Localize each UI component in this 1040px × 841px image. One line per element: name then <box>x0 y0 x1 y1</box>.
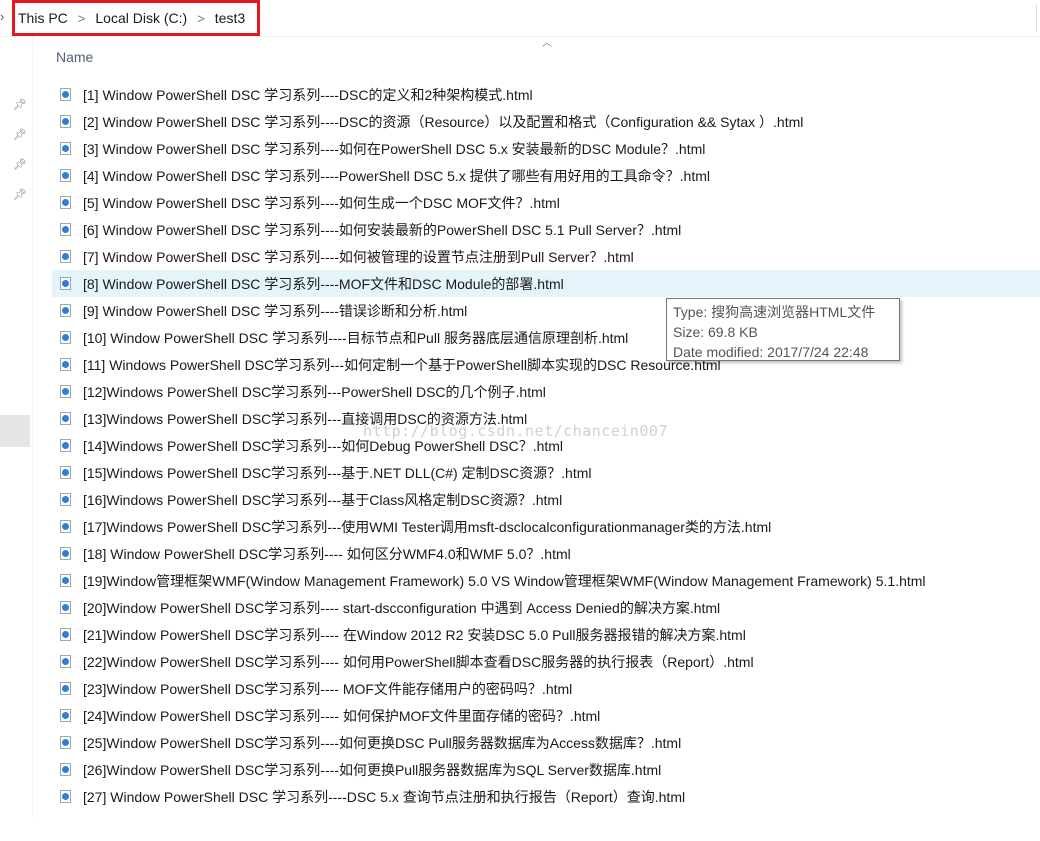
html-file-icon <box>60 411 72 426</box>
file-name: [7] Window PowerShell DSC 学习系列----如何被管理的… <box>83 248 634 265</box>
file-row[interactable]: [2] Window PowerShell DSC 学习系列----DSC的资源… <box>52 108 1040 135</box>
watermark: http://blog.csdn.net/chancein007 <box>363 422 668 440</box>
file-name: [21]Window PowerShell DSC学习系列---- 在Windo… <box>83 626 746 643</box>
file-name: [25]Window PowerShell DSC学习系列----如何更换DSC… <box>83 734 682 751</box>
html-file-icon <box>60 222 72 237</box>
navigation-pane: 📌︎ 📌︎ 📌︎ 📌︎ <box>0 37 32 841</box>
divider <box>1036 4 1037 32</box>
file-name: [12]Windows PowerShell DSC学习系列---PowerSh… <box>83 383 546 400</box>
file-row[interactable]: [25]Window PowerShell DSC学习系列----如何更换DSC… <box>52 729 1040 756</box>
file-row[interactable]: [1] Window PowerShell DSC 学习系列----DSC的定义… <box>52 81 1040 108</box>
file-row[interactable]: [7] Window PowerShell DSC 学习系列----如何被管理的… <box>52 243 1040 270</box>
file-row[interactable]: [5] Window PowerShell DSC 学习系列----如何生成一个… <box>52 189 1040 216</box>
html-file-icon <box>60 87 72 102</box>
html-file-icon <box>60 168 72 183</box>
file-row[interactable]: [23]Window PowerShell DSC学习系列---- MOF文件能… <box>52 675 1040 702</box>
html-file-icon <box>60 357 72 372</box>
html-file-icon <box>60 384 72 399</box>
file-name: [11] Windows PowerShell DSC学习系列---如何定制一个… <box>83 356 721 373</box>
pin-icon[interactable]: 📌︎ <box>13 189 27 201</box>
file-info-tooltip: Type: 搜狗高速浏览器HTML文件 Size: 69.8 KB Date m… <box>666 298 900 361</box>
html-file-icon <box>60 573 72 588</box>
red-annotation-box <box>12 0 260 36</box>
file-name: [15]Windows PowerShell DSC学习系列---基于.NET … <box>83 464 592 481</box>
file-row[interactable]: [12]Windows PowerShell DSC学习系列---PowerSh… <box>52 378 1040 405</box>
file-name: [24]Window PowerShell DSC学习系列---- 如何保护MO… <box>83 707 601 724</box>
tooltip-size: Size: 69.8 KB <box>673 324 758 340</box>
file-name: [10] Window PowerShell DSC 学习系列----目标节点和… <box>83 329 629 346</box>
file-row[interactable]: [6] Window PowerShell DSC 学习系列----如何安装最新… <box>52 216 1040 243</box>
file-name: [23]Window PowerShell DSC学习系列---- MOF文件能… <box>83 680 573 697</box>
html-file-icon <box>60 681 72 696</box>
html-file-icon <box>60 465 72 480</box>
file-name: [4] Window PowerShell DSC 学习系列----PowerS… <box>83 167 710 184</box>
file-row[interactable]: [21]Window PowerShell DSC学习系列---- 在Windo… <box>52 621 1040 648</box>
address-bar[interactable]: › This PC > Local Disk (C:) > test3 <box>0 0 1040 37</box>
pin-icon[interactable]: 📌︎ <box>13 129 27 141</box>
html-file-icon <box>60 789 72 804</box>
file-name: [20]Window PowerShell DSC学习系列---- start-… <box>83 599 721 616</box>
tooltip-type: Type: 搜狗高速浏览器HTML文件 <box>673 304 876 320</box>
file-row[interactable]: [22]Window PowerShell DSC学习系列---- 如何用Pow… <box>52 648 1040 675</box>
file-name: [22]Window PowerShell DSC学习系列---- 如何用Pow… <box>83 653 754 670</box>
html-file-icon <box>60 654 72 669</box>
file-name: [3] Window PowerShell DSC 学习系列----如何在Pow… <box>83 140 706 157</box>
file-row[interactable]: [15]Windows PowerShell DSC学习系列---基于.NET … <box>52 459 1040 486</box>
html-file-icon <box>60 492 72 507</box>
file-row[interactable]: [20]Window PowerShell DSC学习系列---- start-… <box>52 594 1040 621</box>
html-file-icon <box>60 627 72 642</box>
html-file-icon <box>60 438 72 453</box>
html-file-icon <box>60 762 72 777</box>
file-row[interactable]: [17]Windows PowerShell DSC学习系列---使用WMI T… <box>52 513 1040 540</box>
html-file-icon <box>60 330 72 345</box>
pin-icon[interactable]: 📌︎ <box>13 99 27 111</box>
file-row[interactable]: [19]Window管理框架WMF(Window Management Fram… <box>52 567 1040 594</box>
file-name: [6] Window PowerShell DSC 学习系列----如何安装最新… <box>83 221 682 238</box>
html-file-icon <box>60 141 72 156</box>
pin-icon[interactable]: 📌︎ <box>13 159 27 171</box>
file-name: [9] Window PowerShell DSC 学习系列----错误诊断和分… <box>83 302 468 319</box>
file-name: [18] Window PowerShell DSC学习系列---- 如何区分W… <box>83 545 571 562</box>
tooltip-date-modified: Date modified: 2017/7/24 22:48 <box>673 344 869 360</box>
file-name: [16]Windows PowerShell DSC学习系列---基于Class… <box>83 491 563 508</box>
file-name: [2] Window PowerShell DSC 学习系列----DSC的资源… <box>83 113 804 130</box>
html-file-icon <box>60 276 72 291</box>
file-name: [19]Window管理框架WMF(Window Management Fram… <box>83 572 926 589</box>
file-row[interactable]: [16]Windows PowerShell DSC学习系列---基于Class… <box>52 486 1040 513</box>
column-header-name[interactable]: Name <box>56 49 93 65</box>
file-name: [17]Windows PowerShell DSC学习系列---使用WMI T… <box>83 518 772 535</box>
html-file-icon <box>60 546 72 561</box>
file-row[interactable]: [3] Window PowerShell DSC 学习系列----如何在Pow… <box>52 135 1040 162</box>
html-file-icon <box>60 114 72 129</box>
file-row[interactable]: [8] Window PowerShell DSC 学习系列----MOF文件和… <box>52 270 1040 297</box>
file-row[interactable]: [24]Window PowerShell DSC学习系列---- 如何保护MO… <box>52 702 1040 729</box>
html-file-icon <box>60 195 72 210</box>
file-name: [1] Window PowerShell DSC 学习系列----DSC的定义… <box>83 86 533 103</box>
file-name: [5] Window PowerShell DSC 学习系列----如何生成一个… <box>83 194 560 211</box>
file-row[interactable]: [18] Window PowerShell DSC学习系列---- 如何区分W… <box>52 540 1040 567</box>
file-list: [1] Window PowerShell DSC 学习系列----DSC的定义… <box>52 81 1040 810</box>
nav-scrollbar-thumb[interactable] <box>0 415 30 447</box>
file-name: [8] Window PowerShell DSC 学习系列----MOF文件和… <box>83 275 564 292</box>
sort-ascending-icon[interactable]: ︿ <box>542 34 552 49</box>
file-name: [26]Window PowerShell DSC学习系列----如何更换Pul… <box>83 761 662 778</box>
html-file-icon <box>60 708 72 723</box>
html-file-icon <box>60 519 72 534</box>
chevron-right-icon[interactable]: › <box>0 9 4 24</box>
file-name: [27] Window PowerShell DSC 学习系列----DSC 5… <box>83 788 686 805</box>
file-row[interactable]: [26]Window PowerShell DSC学习系列----如何更换Pul… <box>52 756 1040 783</box>
html-file-icon <box>60 249 72 264</box>
file-row[interactable]: [4] Window PowerShell DSC 学习系列----PowerS… <box>52 162 1040 189</box>
html-file-icon <box>60 303 72 318</box>
html-file-icon <box>60 600 72 615</box>
html-file-icon <box>60 735 72 750</box>
divider <box>32 37 33 817</box>
file-row[interactable]: [27] Window PowerShell DSC 学习系列----DSC 5… <box>52 783 1040 810</box>
